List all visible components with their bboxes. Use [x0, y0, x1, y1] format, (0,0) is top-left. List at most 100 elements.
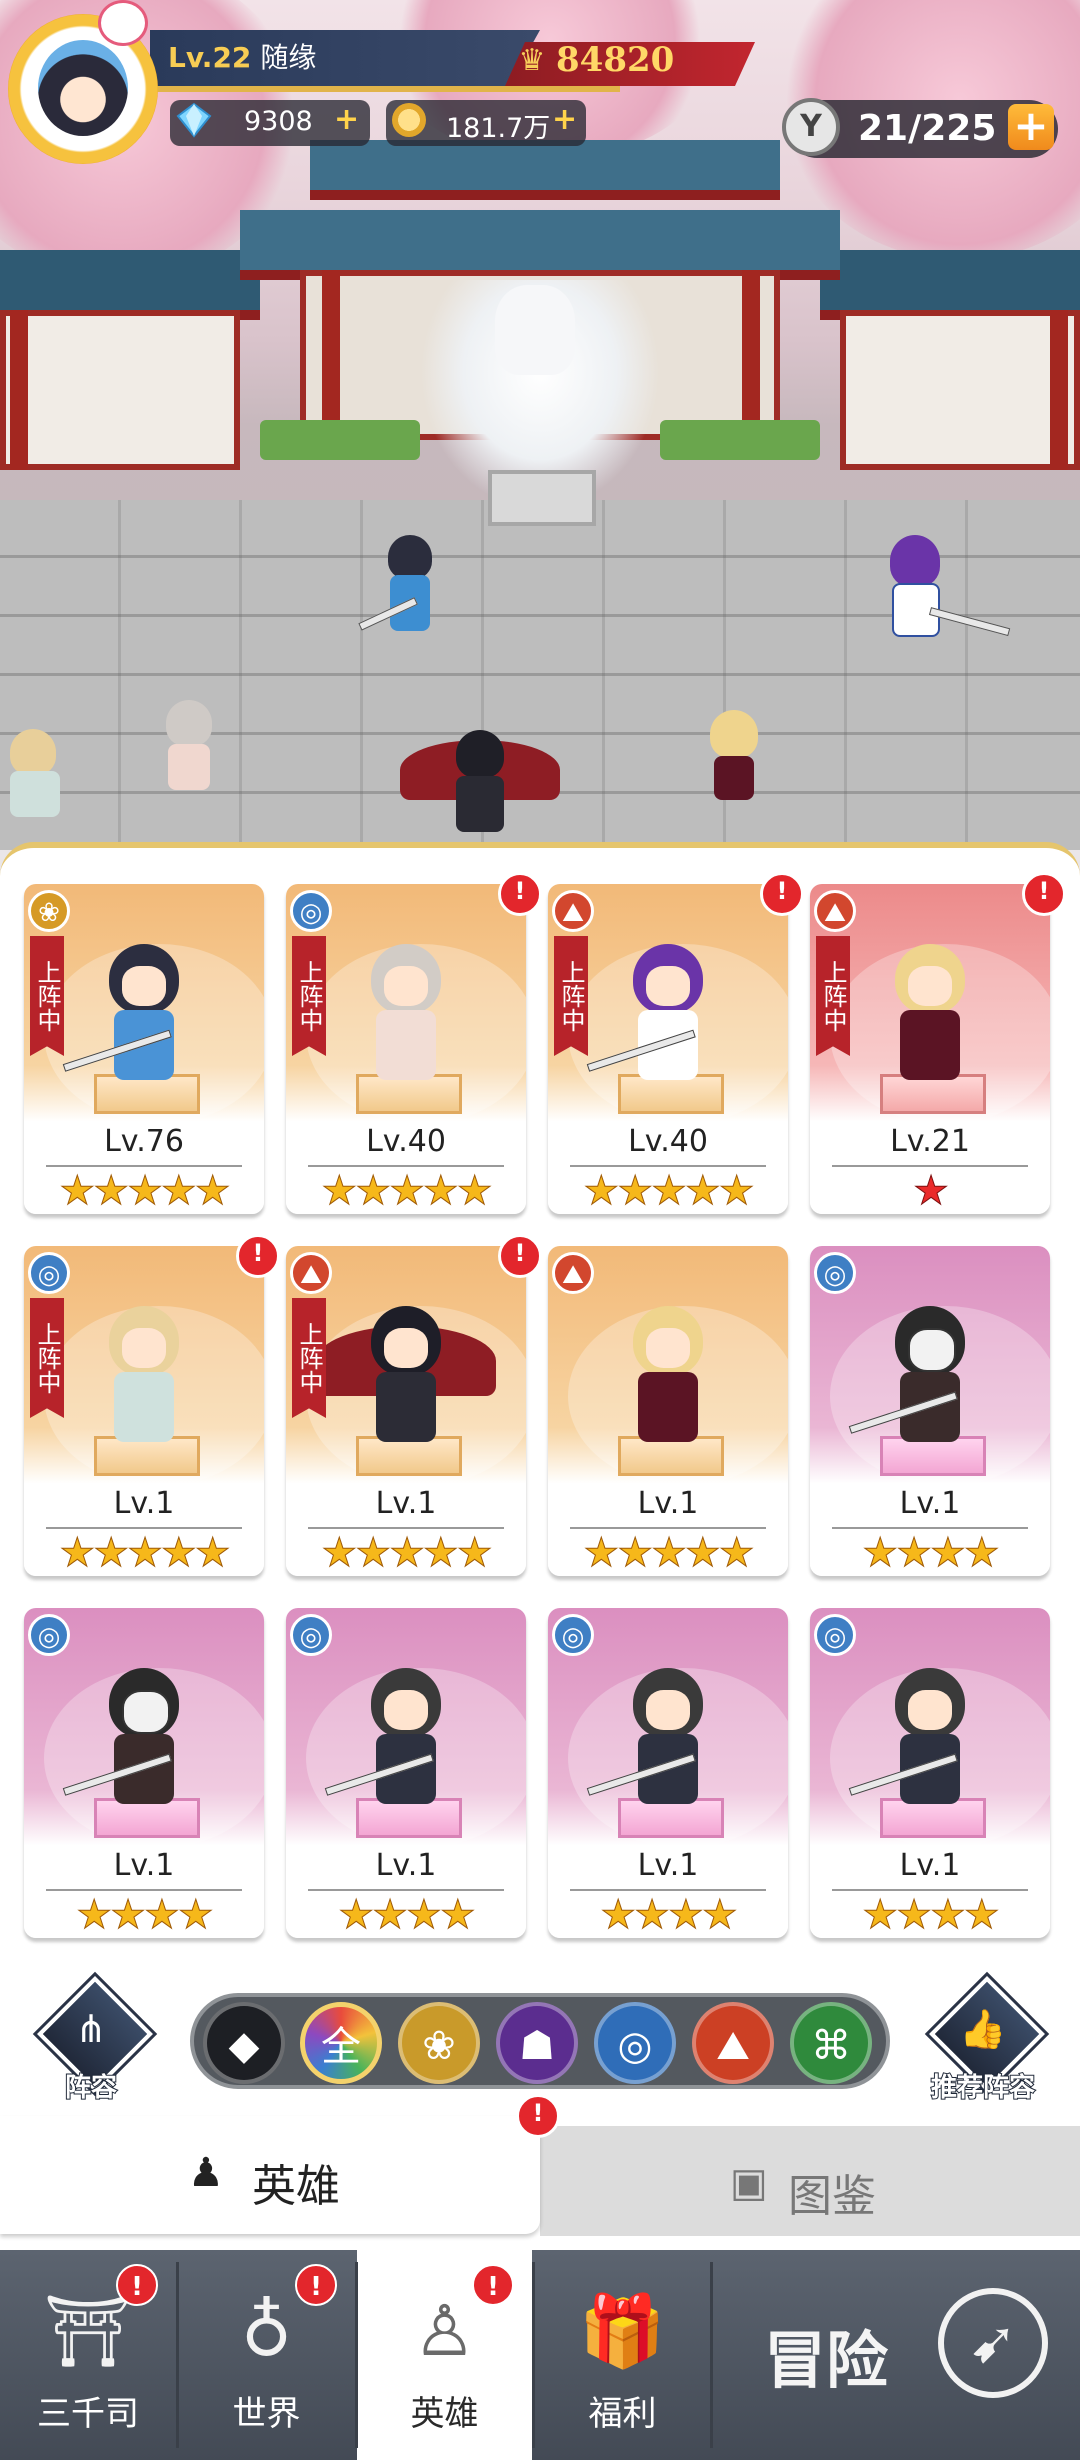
pillar — [1050, 310, 1068, 470]
filter-lotus-button[interactable]: ❀ — [398, 2002, 480, 2084]
filter-monk-button[interactable]: ⛰ — [692, 2002, 774, 2084]
meditation-icon: ⛰ — [716, 2023, 750, 2069]
hero-sprite-blonde-sage[interactable] — [0, 725, 80, 825]
hero-card[interactable]: ◎ Lv.1 ★★★★ — [286, 1608, 526, 1938]
hero-card[interactable]: ⛰ 上阵中 Lv.21 ★ — [810, 884, 1050, 1214]
hero-stars: ★★★★★ — [321, 1530, 493, 1577]
temple-roof-top — [310, 140, 780, 200]
alert-badge: ! — [116, 2264, 158, 2306]
hero-level: Lv.1 — [899, 1486, 961, 1521]
gold-count: 181.7万 — [446, 113, 551, 144]
nav-item-3[interactable]: 🎁 福利 — [535, 2250, 710, 2460]
nav-label: 英雄 — [410, 2394, 479, 2434]
add-gold-button[interactable]: + — [552, 102, 577, 137]
bunny-ornament-icon — [98, 0, 148, 46]
adventure-label: 冒险 — [764, 2324, 889, 2397]
hero-portrait — [848, 1306, 990, 1456]
building-right — [840, 310, 1080, 470]
hero-card[interactable]: ◎ 上阵中 Lv.1 ★★★★★ — [24, 1246, 264, 1576]
hero-portrait — [324, 1668, 466, 1818]
on-team-ribbon: 上阵中 — [292, 1298, 326, 1418]
faction-yin-icon: ◎ — [814, 1252, 856, 1294]
formation-button[interactable]: ⋔ 阵容 — [36, 1976, 153, 2104]
hero-card[interactable]: ◎ Lv.1 ★★★★ — [810, 1608, 1050, 1938]
hero-portrait — [62, 1668, 204, 1818]
faction-monk-icon: ⛰ — [290, 1252, 332, 1294]
hero-stars: ★★★★ — [76, 1892, 214, 1939]
filter-all-button[interactable]: 全 — [300, 2002, 382, 2084]
combat-power-icon: ♛ — [518, 43, 546, 78]
hero-bust-icon: ♟ — [188, 2150, 224, 2196]
flower-bed — [260, 420, 420, 460]
alert-badge: ! — [472, 2264, 514, 2306]
hero-level: Lv.21 — [890, 1124, 970, 1159]
faction-yin-icon: ◎ — [28, 1252, 70, 1294]
add-diamond-button[interactable]: + — [334, 102, 359, 137]
hero-sprite-blonde-girl[interactable] — [700, 710, 770, 810]
hero-portrait — [346, 944, 466, 1094]
on-team-ribbon: 上阵中 — [292, 936, 326, 1056]
hero-card[interactable]: ◎ Lv.1 ★★★★ — [810, 1246, 1050, 1576]
hero-card[interactable]: ⛰ 上阵中 Lv.40 ★★★★★ — [548, 884, 788, 1214]
hero-level: Lv.1 — [375, 1848, 437, 1883]
tab-codex[interactable]: ▣ 图鉴 — [540, 2126, 1080, 2236]
filter-diamond-faction-button[interactable]: ◆ — [203, 2002, 285, 2084]
hero-sprite-winged-demon[interactable] — [400, 730, 560, 840]
tab-hero-label: 英雄 — [252, 2161, 340, 2212]
alert-badge: ! — [295, 2264, 337, 2306]
hero-sprite-swordsman[interactable] — [358, 535, 450, 645]
filter-dna-button[interactable]: ⌘ — [790, 2002, 872, 2084]
building-left — [0, 310, 240, 470]
pillar — [10, 310, 28, 470]
nav-label: 世界 — [232, 2394, 301, 2434]
codex-book-icon: ▣ — [730, 2160, 768, 2206]
player-info: Lv.22 随缘 — [168, 36, 316, 76]
alert-badge: ! — [760, 872, 804, 916]
filter-flame-button[interactable]: ☗ — [496, 2002, 578, 2084]
pillar — [742, 270, 760, 440]
hero-level: Lv.40 — [366, 1124, 446, 1159]
nav-adventure[interactable]: 冒险 ➹ — [712, 2250, 1080, 2460]
hero-stars: ★★★★★ — [59, 1530, 231, 1577]
avatar-portrait — [38, 40, 128, 136]
hero-portrait — [870, 944, 990, 1094]
on-team-ribbon: 上阵中 — [30, 1298, 64, 1418]
purple-flame-icon: ☗ — [519, 2023, 555, 2069]
faction-yin-icon: ◎ — [290, 1614, 332, 1656]
hero-stars: ★★★★★ — [583, 1168, 755, 1215]
on-team-ribbon: 上阵中 — [30, 936, 64, 1056]
recommended-formation-button[interactable]: 👍 推荐阵容 — [928, 1976, 1045, 2104]
hero-level: Lv.1 — [637, 1486, 699, 1521]
hero-sprite-bunny-girl[interactable] — [150, 690, 230, 800]
nav-item-2[interactable]: ♙ 英雄! — [357, 2250, 532, 2460]
nav-item-0[interactable]: ⛩ 三千司! — [0, 2250, 176, 2460]
hero-sprite-purple-swordswoman[interactable] — [870, 535, 1011, 645]
nav-label: 福利 — [588, 2394, 657, 2434]
hero-card[interactable]: ◎ 上阵中 Lv.40 ★★★★★ — [286, 884, 526, 1214]
hero-card[interactable]: ⛰ 上阵中 Lv.1 ★★★★★ — [286, 1246, 526, 1576]
hero-stars: ★★★★ — [862, 1892, 1000, 1939]
hero-portrait — [586, 944, 728, 1094]
tab-hero[interactable]: ♟ 英雄 ! — [0, 2094, 560, 2234]
add-stamina-button[interactable]: + — [1008, 104, 1054, 150]
hero-card[interactable]: ⛰ Lv.1 ★★★★★ — [548, 1246, 788, 1576]
hero-card[interactable]: ◎ Lv.1 ★★★★ — [548, 1608, 788, 1938]
hero-portrait — [608, 1306, 728, 1456]
filter-all-label: 全 — [321, 2024, 361, 2070]
on-team-ribbon: 上阵中 — [816, 936, 850, 1056]
nav-item-1[interactable]: ♁ 世界! — [178, 2250, 355, 2460]
alert-badge: ! — [498, 1234, 542, 1278]
filter-yin-yang-button[interactable]: ◎ — [594, 2002, 676, 2084]
hero-card[interactable]: ◎ Lv.1 ★★★★ — [24, 1608, 264, 1938]
faction-yin-icon: ◎ — [814, 1614, 856, 1656]
hero-card[interactable]: ❀ 上阵中 Lv.76 ★★★★★ — [24, 884, 264, 1214]
statue-pedestal — [488, 470, 596, 526]
hero-level: Lv.1 — [899, 1848, 961, 1883]
fox-statue-head — [495, 285, 575, 375]
diamond-icon — [176, 102, 212, 138]
stamina-icon: Y — [782, 98, 840, 156]
player-name: 随缘 — [260, 41, 317, 74]
lotus-icon: ❀ — [422, 2023, 456, 2069]
combat-power-value: 84820 — [556, 40, 675, 80]
nav-label: 三千司 — [37, 2394, 139, 2434]
